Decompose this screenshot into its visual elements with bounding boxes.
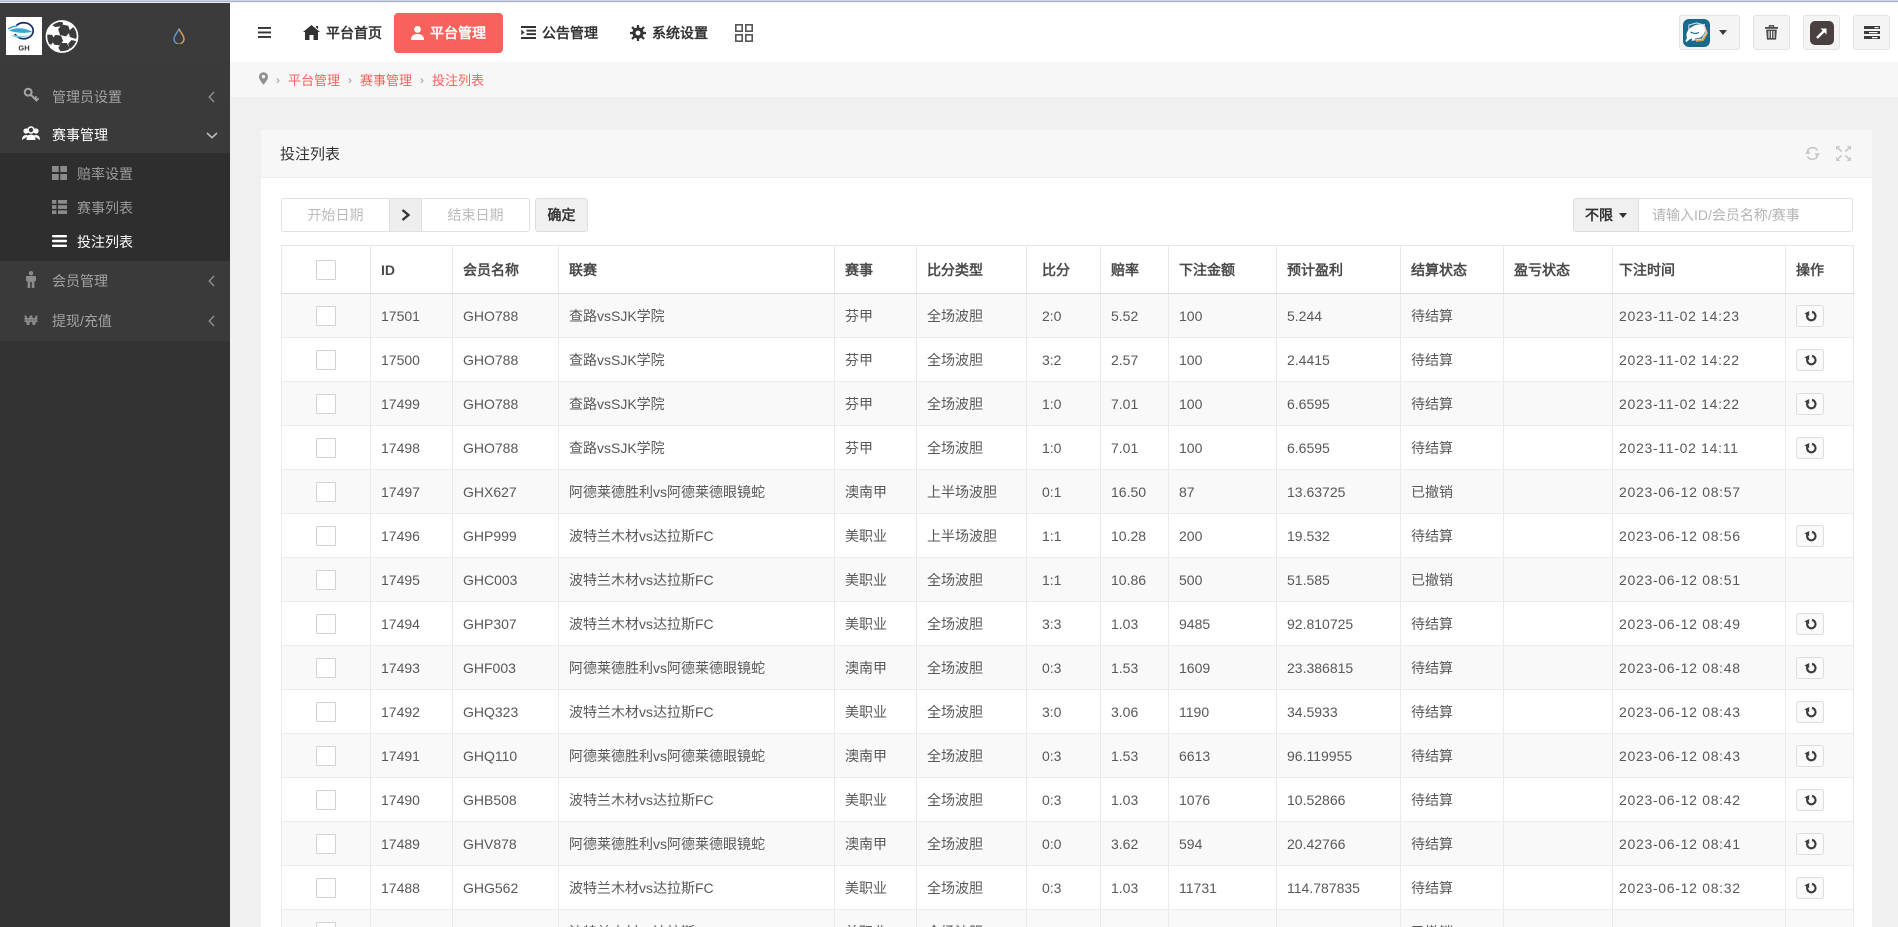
svg-text:₩: ₩ xyxy=(24,313,38,327)
svg-text:GH: GH xyxy=(18,44,29,53)
